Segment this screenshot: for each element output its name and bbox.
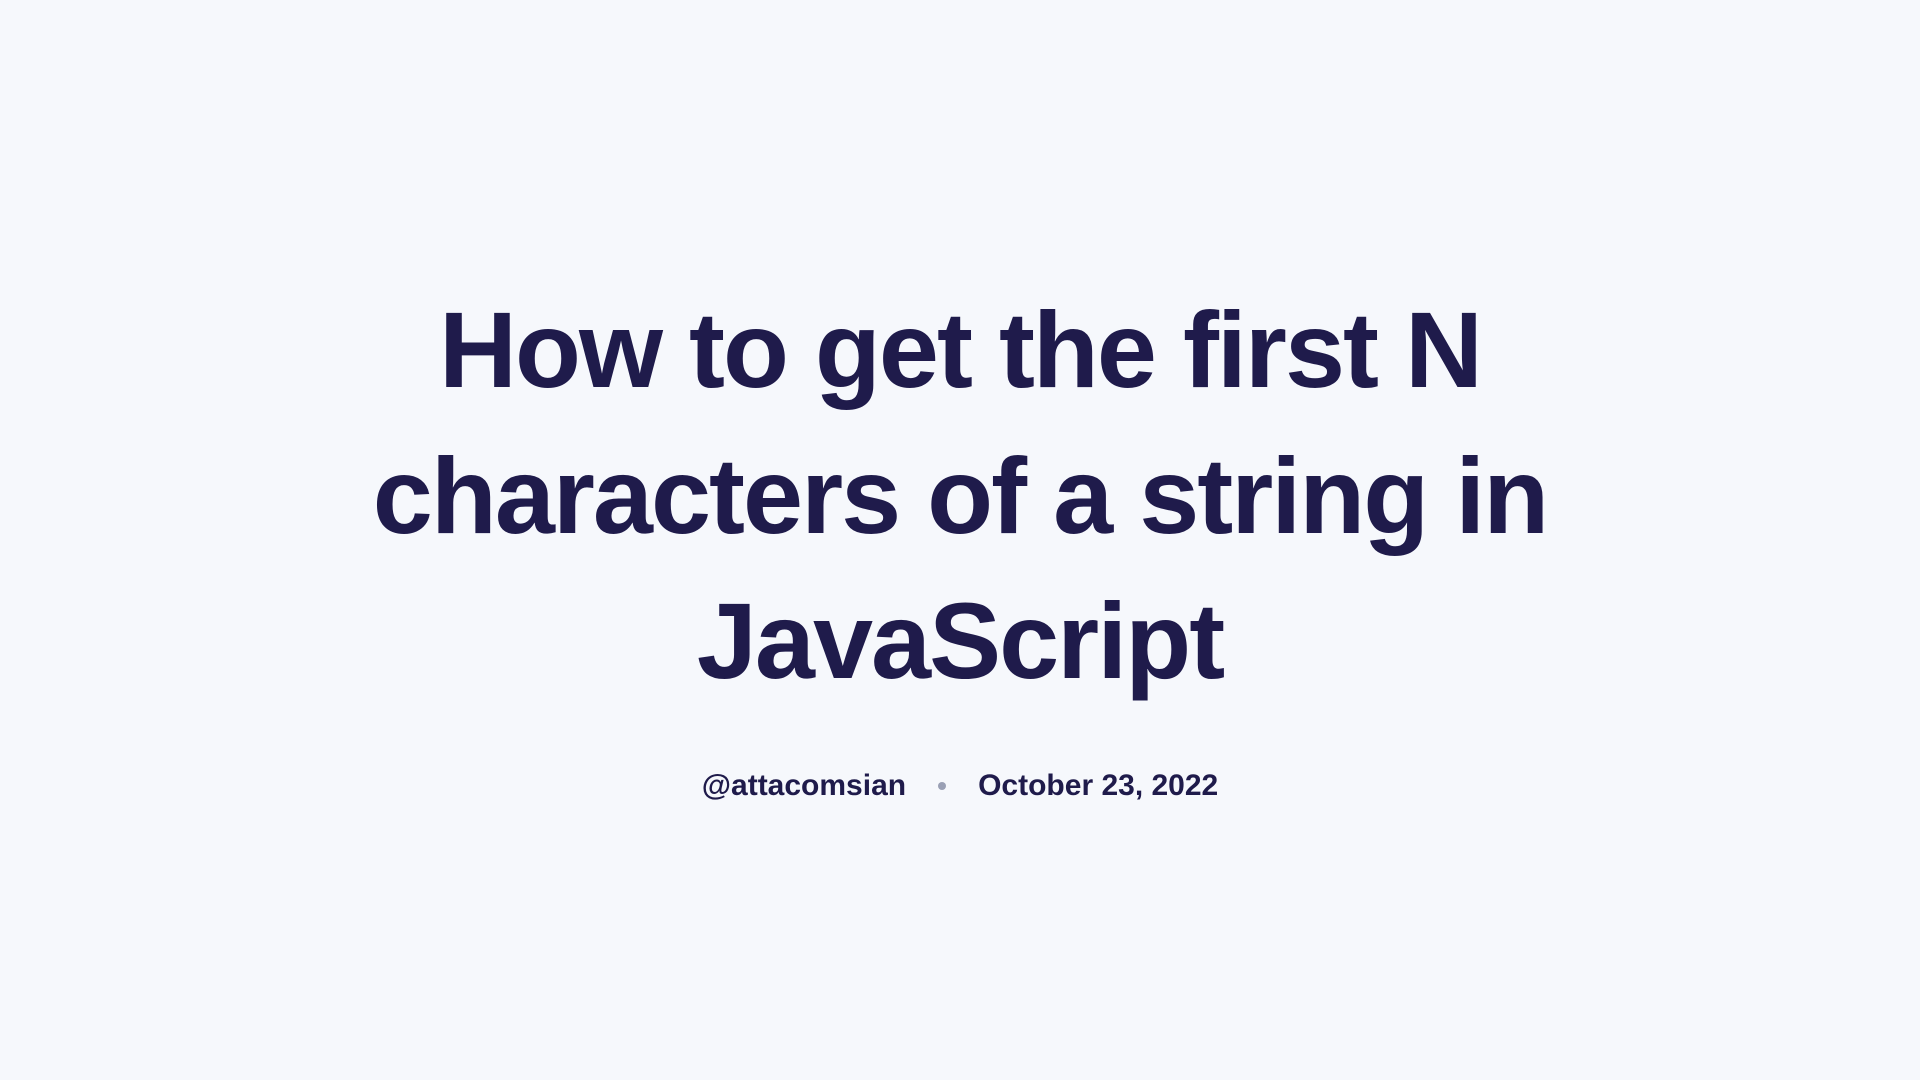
author-handle: @attacomsian	[702, 769, 906, 803]
article-cover: How to get the first N characters of a s…	[260, 277, 1660, 803]
publish-date: October 23, 2022	[978, 769, 1218, 803]
separator-dot-icon	[938, 782, 946, 790]
article-title: How to get the first N characters of a s…	[300, 277, 1620, 714]
article-meta: @attacomsian October 23, 2022	[702, 769, 1218, 803]
